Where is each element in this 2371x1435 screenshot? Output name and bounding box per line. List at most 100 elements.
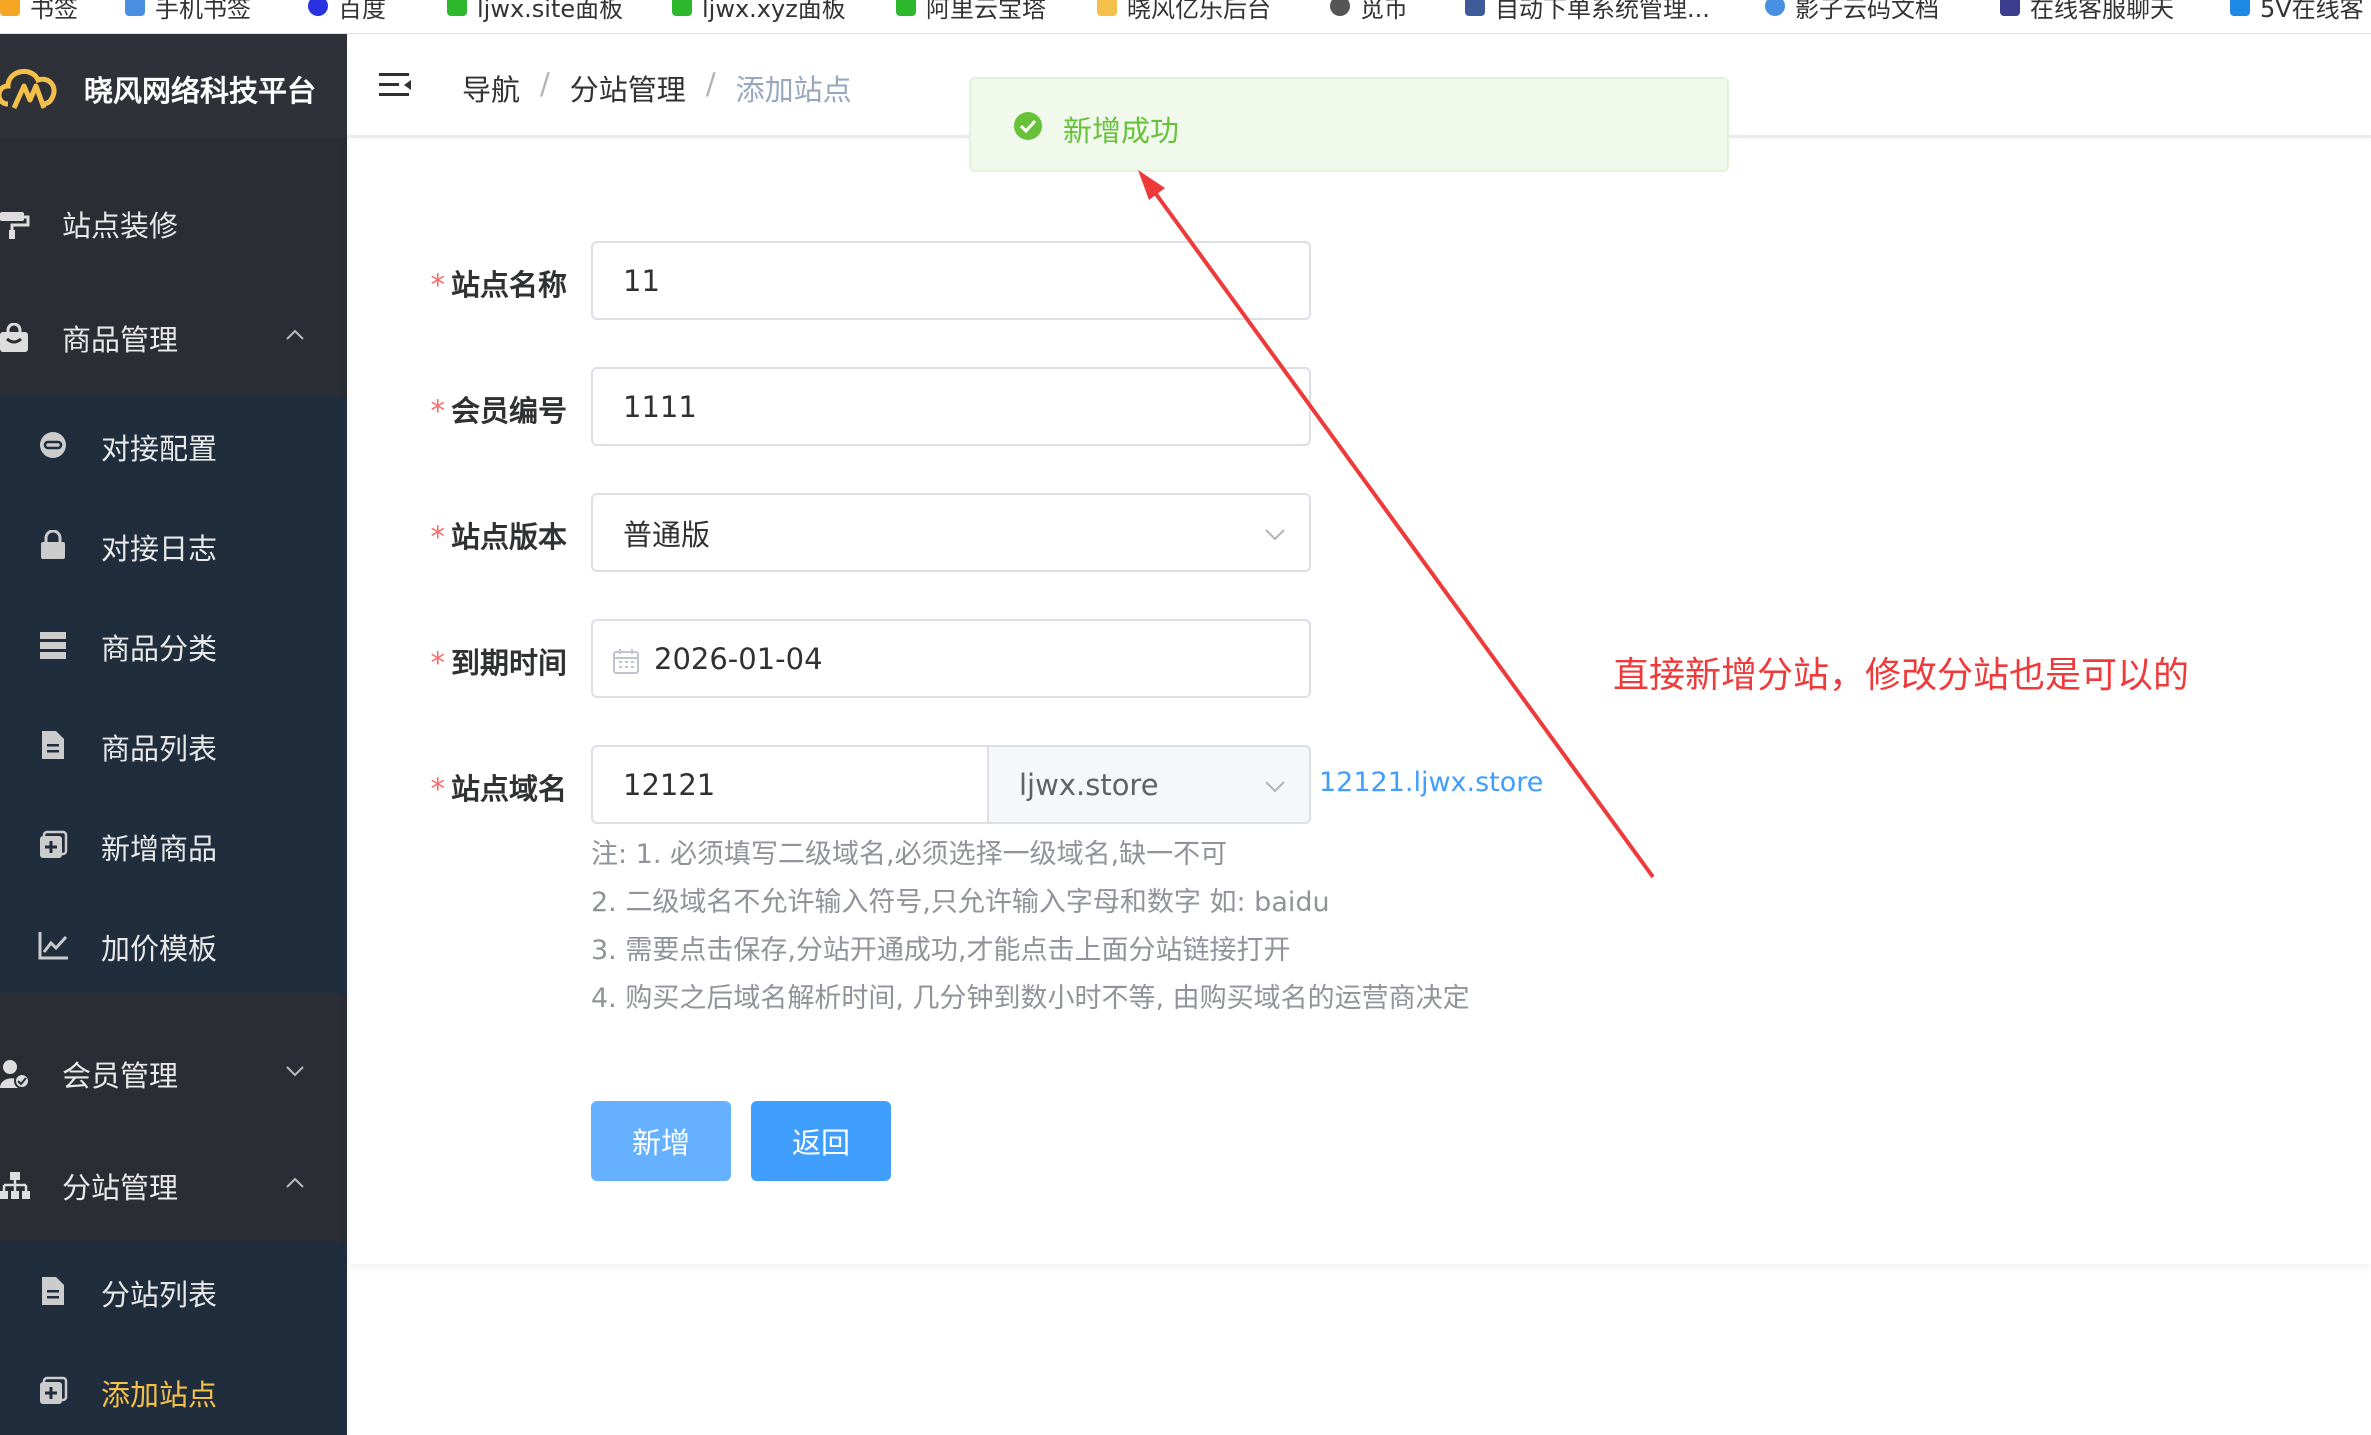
expire-date-label: * 到期时间	[430, 646, 567, 680]
sidebar-item-goods-list[interactable]: 商品列表	[0, 696, 347, 796]
sidebar-item-label: 商品列表	[101, 732, 218, 766]
sidebar-item-label: 新增商品	[101, 832, 218, 866]
site-icon	[1465, 0, 1485, 16]
sidebar-item-label: 加价模板	[101, 932, 218, 966]
shield-icon	[672, 0, 692, 16]
root-domain-select[interactable]: ljwx.store	[987, 745, 1311, 824]
bookmark-item[interactable]: 阿里云宝塔	[896, 0, 1046, 23]
sidebar-item-add-site[interactable]: 添加站点	[0, 1342, 347, 1435]
brand-logo-icon	[0, 69, 57, 110]
required-mark: *	[430, 268, 445, 302]
domain-note-line: 4. 购买之后域名解析时间, 几分钟到数小时不等, 由购买域名的运营商决定	[591, 983, 1470, 1014]
coin-icon	[1330, 0, 1350, 16]
site-name-input[interactable]: 11	[591, 241, 1311, 320]
bookmark-item[interactable]: 5V在线客	[2230, 0, 2364, 23]
add-button[interactable]: 新增	[591, 1101, 731, 1181]
toast-message: 新增成功	[1063, 114, 1180, 148]
bookmark-item[interactable]: 在线客服聊天	[2000, 0, 2174, 23]
chevron-up-icon	[286, 329, 304, 340]
check-badge-icon	[2230, 0, 2250, 16]
sidebar-item-label: 会员管理	[62, 1059, 179, 1093]
paint-roller-icon	[0, 212, 30, 239]
breadcrumb-item[interactable]: 分站管理	[570, 67, 686, 109]
sidebar-item-add-goods[interactable]: 新增商品	[0, 796, 347, 896]
back-button[interactable]: 返回	[751, 1101, 891, 1181]
expire-date-picker[interactable]: 2026-01-04	[591, 619, 1311, 698]
bookmark-folder-icon	[0, 0, 20, 16]
sidebar-item-markup-template[interactable]: 加价模板	[0, 896, 347, 996]
bookmark-item[interactable]: ljwx.xyz面板	[672, 0, 846, 23]
menu-toggle-icon[interactable]	[379, 70, 413, 100]
chart-line-icon	[38, 932, 68, 960]
bookmark-folder-icon	[125, 0, 145, 16]
sitemap-icon	[0, 1172, 30, 1199]
sidebar-item-label: 添加站点	[101, 1378, 218, 1412]
breadcrumb-separator: /	[705, 67, 716, 101]
domain-note-line: 注: 1. 必须填写二级域名,必须选择一级域名,缺一不可	[591, 839, 1228, 870]
shield-icon	[447, 0, 467, 16]
required-mark: *	[430, 646, 445, 680]
site-version-select[interactable]: 普通版	[591, 493, 1311, 572]
shield-icon	[896, 0, 916, 16]
baidu-icon	[308, 0, 328, 16]
substation-submenu: 分站列表 添加站点	[0, 1242, 347, 1435]
required-mark: *	[430, 394, 445, 428]
sidebar-item-api-config[interactable]: 对接配置	[0, 396, 347, 496]
brand-logo[interactable]: 晓风网络科技平台	[0, 34, 347, 138]
sidebar-item-goods-category[interactable]: 商品分类	[0, 596, 347, 696]
member-no-input[interactable]: 1111	[591, 367, 1311, 446]
member-no-label: * 会员编号	[430, 394, 567, 428]
shopping-bag-icon	[0, 323, 28, 352]
domain-note-line: 2. 二级域名不允许输入符号,只允许输入字母和数字 如: baidu	[591, 887, 1330, 918]
brand-name: 晓风网络科技平台	[84, 74, 317, 108]
add-square-icon	[40, 1376, 68, 1404]
breadcrumb-current: 添加站点	[735, 73, 852, 107]
link-icon	[40, 432, 66, 458]
sidebar-item-substation-list[interactable]: 分站列表	[0, 1242, 347, 1342]
root-domain-value: ljwx.store	[1019, 767, 1159, 802]
sidebar-item-api-log[interactable]: 对接日志	[0, 496, 347, 596]
chevron-down-icon	[1265, 529, 1285, 541]
sidebar-item-label: 分站管理	[62, 1171, 179, 1205]
lock-icon	[41, 530, 65, 559]
sidebar-item-substation-management[interactable]: 分站管理	[0, 1166, 347, 1206]
site-version-label: * 站点版本	[430, 520, 567, 554]
sidebar-item-member-management[interactable]: 会员管理	[0, 1054, 347, 1094]
sidebar-item-label: 商品管理	[62, 323, 179, 357]
check-circle-icon	[1014, 112, 1042, 140]
bookmark-item[interactable]: 手机书签	[125, 0, 251, 23]
bookmark-item[interactable]: ljwx.site面板	[447, 0, 623, 23]
sidebar-item-label: 商品分类	[101, 632, 218, 666]
site-domain-link[interactable]: 12121.ljwx.store	[1319, 767, 1543, 798]
document-icon	[42, 1277, 64, 1305]
sidebar-item-site-decoration[interactable]: 站点装修	[0, 204, 347, 244]
bookmarks-bar: 书签 手机书签 百度 ljwx.site面板 ljwx.xyz面板 阿里云宝塔 …	[0, 0, 2371, 34]
required-mark: *	[430, 520, 445, 554]
annotation-text: 直接新增分站，修改分站也是可以的	[1613, 655, 2190, 696]
breadcrumb-item[interactable]: 导航	[462, 67, 520, 109]
success-toast: 新增成功	[969, 77, 1729, 172]
user-check-icon	[0, 1060, 30, 1089]
sidebar-item-label: 站点装修	[62, 209, 179, 243]
brand-logo-icon	[1097, 0, 1117, 16]
required-mark: *	[430, 772, 445, 806]
bookmark-item[interactable]: 自动下单系统管理...	[1465, 0, 1710, 23]
subdomain-input[interactable]: 12121	[591, 745, 989, 824]
sidebar-item-label: 分站列表	[101, 1278, 218, 1312]
site-name-label: * 站点名称	[430, 268, 567, 302]
bookmark-item[interactable]: 觅币	[1330, 0, 1408, 23]
bookmark-item[interactable]: 晓风亿乐后台	[1097, 0, 1271, 23]
chat-icon	[2000, 0, 2020, 16]
breadcrumb-separator: /	[540, 67, 550, 101]
calendar-icon	[613, 649, 639, 674]
chevron-up-icon	[286, 1177, 304, 1188]
chevron-down-icon	[1265, 781, 1285, 793]
bookmark-item[interactable]: 影子云码文档	[1765, 0, 1939, 23]
sidebar-item-goods-management[interactable]: 商品管理	[0, 318, 347, 358]
bookmark-item[interactable]: 书签	[0, 0, 78, 23]
site-version-value: 普通版	[623, 517, 711, 552]
bookmark-item[interactable]: 百度	[308, 0, 386, 23]
add-square-icon	[40, 830, 68, 858]
sidebar-item-label: 对接日志	[101, 532, 218, 566]
sidebar: 晓风网络科技平台 站点装修 商品管理 对接配置 对接日志 商品分类 商品列表 新	[0, 34, 347, 1435]
